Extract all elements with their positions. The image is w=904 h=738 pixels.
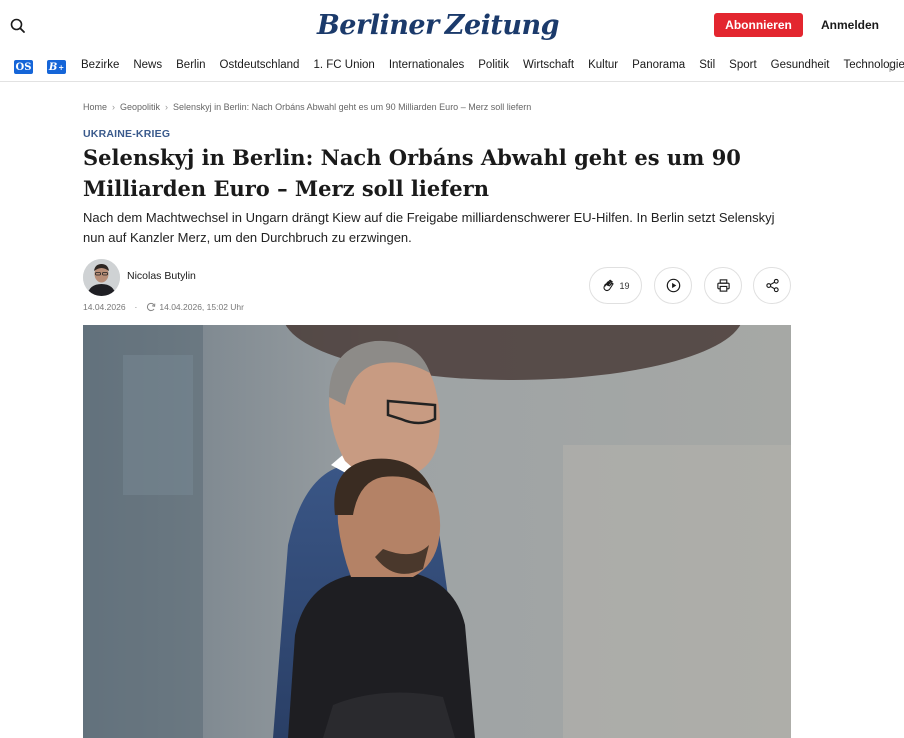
os-badge[interactable]: OS bbox=[14, 60, 33, 74]
nav-item-sport[interactable]: Sport bbox=[729, 59, 757, 71]
nav-item-berlin[interactable]: Berlin bbox=[176, 59, 205, 71]
chevron-right-icon: › bbox=[165, 102, 169, 112]
nav-item-news[interactable]: News bbox=[133, 59, 162, 71]
logo-text-left: Berliner bbox=[316, 9, 439, 41]
clap-count: 19 bbox=[619, 280, 630, 291]
site-header: Berliner Zeitung Abonnieren Anmelden bbox=[0, 0, 904, 52]
nav-item-gesundheit[interactable]: Gesundheit bbox=[771, 59, 830, 71]
article-kicker[interactable]: UKRAINE-KRIEG bbox=[83, 128, 170, 140]
audio-play-button[interactable] bbox=[654, 267, 692, 304]
play-icon bbox=[666, 278, 680, 293]
subscribe-button[interactable]: Abonnieren bbox=[714, 13, 803, 37]
author-name[interactable]: Nicolas Butylin bbox=[127, 270, 196, 282]
nav-item-panorama[interactable]: Panorama bbox=[632, 59, 685, 71]
site-logo[interactable]: Berliner Zeitung bbox=[317, 4, 560, 46]
nav-item-wirtschaft[interactable]: Wirtschaft bbox=[523, 59, 574, 71]
update-icon bbox=[147, 302, 156, 312]
nav-item-kultur[interactable]: Kultur bbox=[588, 59, 618, 71]
updated-date: 14.04.2026, 15:02 Uhr bbox=[159, 302, 244, 312]
search-icon[interactable] bbox=[8, 16, 28, 36]
article-meta: 14.04.2026 · 14.04.2026, 15:02 Uhr bbox=[83, 302, 244, 312]
nav-item-internationales[interactable]: Internationales bbox=[389, 59, 464, 71]
clap-button[interactable]: 19 bbox=[589, 267, 642, 304]
print-button[interactable] bbox=[704, 267, 742, 304]
nav-item-ostdeutschland[interactable]: Ostdeutschland bbox=[220, 59, 300, 71]
share-button[interactable] bbox=[753, 267, 791, 304]
article-lead: Nach dem Machtwechsel in Ungarn drängt K… bbox=[83, 210, 775, 245]
login-button[interactable]: Anmelden bbox=[821, 18, 879, 32]
logo-text-right: Zeitung bbox=[444, 9, 560, 41]
nav-item-bezirke[interactable]: Bezirke bbox=[81, 59, 119, 71]
share-icon bbox=[765, 278, 779, 293]
article-hero-image bbox=[83, 325, 791, 738]
bz-badge-label: B bbox=[48, 61, 58, 73]
nav-item-list: Bezirke News Berlin Ostdeutschland 1. FC… bbox=[81, 59, 904, 71]
nav-item-stil[interactable]: Stil bbox=[699, 59, 715, 71]
nav-item-fc-union[interactable]: 1. FC Union bbox=[313, 59, 374, 71]
breadcrumb-home[interactable]: Home bbox=[83, 102, 107, 112]
nav-item-politik[interactable]: Politik bbox=[478, 59, 509, 71]
main-navigation: OS B + Bezirke News Berlin Ostdeutschland… bbox=[0, 52, 904, 82]
print-icon bbox=[716, 279, 730, 292]
breadcrumb-current: Selenskyj in Berlin: Nach Orbáns Abwahl … bbox=[173, 102, 532, 112]
breadcrumb-geopolitik[interactable]: Geopolitik bbox=[120, 102, 160, 112]
breadcrumb: Home › Geopolitik › Selenskyj in Berlin:… bbox=[83, 102, 531, 112]
meta-separator: · bbox=[134, 302, 138, 312]
chevron-right-icon: › bbox=[112, 102, 116, 112]
article-headline: Selenskyj in Berlin: Nach Orbáns Abwahl … bbox=[83, 145, 741, 201]
clap-icon bbox=[603, 279, 615, 292]
nav-scroll-right-icon[interactable] bbox=[888, 61, 898, 76]
published-date: 14.04.2026 bbox=[83, 302, 126, 312]
author-avatar[interactable] bbox=[83, 259, 120, 296]
bz-badge[interactable]: B + bbox=[47, 60, 66, 74]
